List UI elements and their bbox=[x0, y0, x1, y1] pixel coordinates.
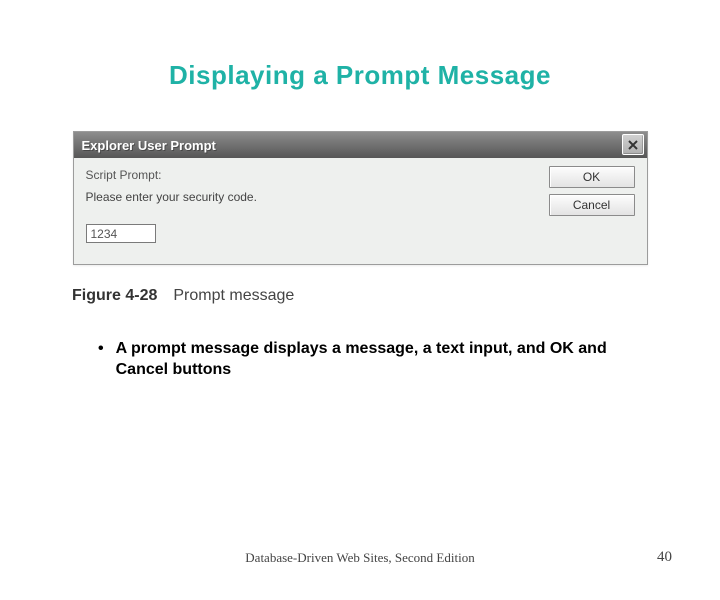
dialog-title: Explorer User Prompt bbox=[82, 138, 216, 153]
dialog-screenshot: Explorer User Prompt Script Prompt: Plea… bbox=[73, 131, 648, 265]
dialog-buttons: OK Cancel bbox=[549, 166, 635, 216]
figure-text: Prompt message bbox=[173, 287, 294, 304]
dialog-titlebar: Explorer User Prompt bbox=[74, 132, 647, 158]
prompt-dialog: Explorer User Prompt Script Prompt: Plea… bbox=[73, 131, 648, 265]
ok-button[interactable]: OK bbox=[549, 166, 635, 188]
prompt-input[interactable] bbox=[86, 224, 156, 243]
dialog-body: Script Prompt: Please enter your securit… bbox=[74, 158, 647, 264]
slide: Displaying a Prompt Message Explorer Use… bbox=[0, 60, 720, 600]
bullet-item: • A prompt message displays a message, a… bbox=[98, 339, 638, 381]
page-number: 40 bbox=[657, 549, 672, 566]
bullet-text: A prompt message displays a message, a t… bbox=[116, 339, 638, 381]
slide-title: Displaying a Prompt Message bbox=[0, 60, 720, 91]
cancel-button[interactable]: Cancel bbox=[549, 194, 635, 216]
input-wrap bbox=[86, 224, 635, 243]
bullet-marker: • bbox=[98, 339, 104, 381]
figure-number: Figure 4-28 bbox=[72, 287, 157, 304]
close-button[interactable] bbox=[622, 134, 644, 155]
figure-caption: Figure 4-28 Prompt message bbox=[72, 287, 720, 305]
close-icon bbox=[627, 139, 639, 151]
footer-source: Database-Driven Web Sites, Second Editio… bbox=[0, 550, 720, 566]
